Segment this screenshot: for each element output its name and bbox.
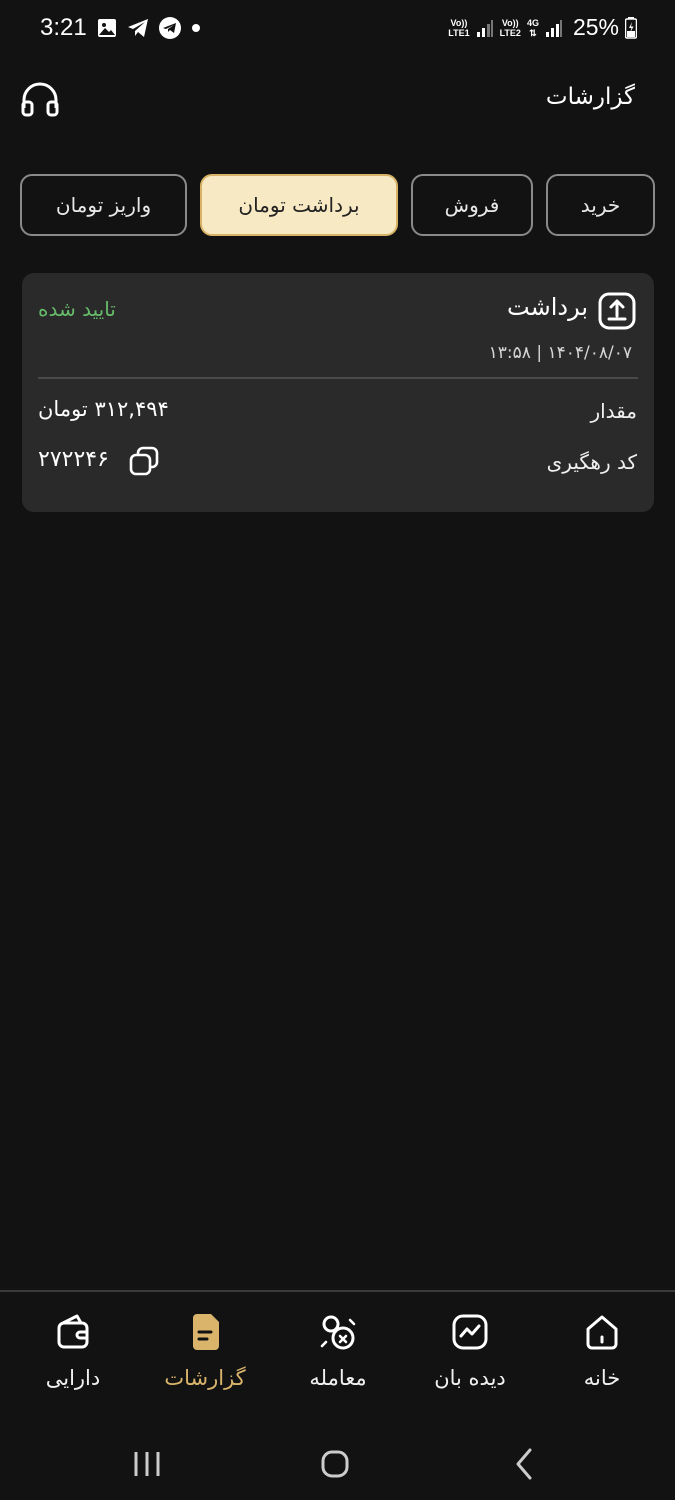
sim2-indicator: Vo)) LTE2 [500, 18, 521, 38]
sim2-lte: LTE2 [499, 27, 521, 38]
tab-buy[interactable]: خرید [546, 174, 655, 236]
home-icon [586, 1315, 618, 1350]
back-button[interactable] [505, 1444, 545, 1484]
sim1-lte: LTE1 [448, 27, 470, 38]
status-bar: 3:21 Vo)) LTE1 Vo)) LTE2 4G ⇅ 25% [0, 0, 675, 58]
nav-reports[interactable]: گزارشات [140, 1312, 270, 1402]
transaction-type: برداشت [507, 293, 588, 321]
telegram-circle-icon [159, 17, 181, 39]
report-icon [193, 1314, 219, 1350]
tab-buy-label: خرید [580, 193, 621, 217]
nav-trade-label: معامله [309, 1366, 367, 1390]
sim1-indicator: Vo)) LTE1 [448, 18, 469, 38]
bottom-nav: خانه دیده بان معامله گزارشات دارایی [0, 1290, 675, 1415]
recent-apps-icon [134, 1452, 160, 1476]
data-type-indicator: 4G ⇅ [527, 18, 539, 38]
home-button[interactable] [315, 1444, 355, 1484]
status-time: 3:21 [40, 14, 87, 41]
nav-reports-label: گزارشات [164, 1366, 246, 1390]
tab-toman-deposit-label: واریز تومان [55, 193, 152, 217]
system-indicators: Vo)) LTE1 Vo)) LTE2 4G ⇅ 25% [448, 14, 637, 41]
tab-toman-withdraw-label: برداشت تومان [238, 193, 360, 217]
tab-toman-deposit[interactable]: واریز تومان [20, 174, 187, 236]
nav-home-label: خانه [583, 1366, 621, 1390]
back-icon [516, 1448, 532, 1480]
sim2-volte: Vo)) [501, 17, 519, 28]
nav-assets-label: دارایی [45, 1366, 101, 1390]
amount-label: مقدار [590, 399, 637, 423]
signal-icon [476, 19, 493, 37]
status-badge: تایید شده [38, 297, 116, 321]
gallery-icon [98, 19, 116, 37]
upload-icon [598, 292, 636, 330]
app-header: گزارشات [0, 70, 675, 130]
page-title: گزارشات [545, 84, 635, 110]
signal-2-icon [545, 19, 562, 37]
transaction-date: ۱۴۰۴/۰۸/۰۷ | ۱۳:۵۸ [488, 343, 632, 363]
transaction-card[interactable]: برداشت تایید شده ۱۴۰۴/۰۸/۰۷ | ۱۳:۵۸ مقدا… [22, 273, 654, 512]
copy-button[interactable] [128, 445, 160, 477]
trade-icon [320, 1315, 356, 1350]
sim1-volte: Vo)) [450, 17, 468, 28]
headphones-icon [21, 82, 59, 117]
copy-icon [129, 446, 159, 476]
notification-dot-icon [192, 24, 200, 32]
nav-trade[interactable]: معامله [273, 1312, 403, 1402]
battery-icon [625, 16, 637, 39]
tab-sell-label: فروش [444, 193, 500, 217]
home-circle-icon [321, 1450, 349, 1478]
support-button[interactable] [20, 80, 60, 120]
tab-toman-withdraw[interactable]: برداشت تومان [200, 174, 398, 236]
amount-value: ۳۱۲,۴۹۴ تومان [38, 397, 169, 421]
watchlist-icon [452, 1314, 488, 1350]
recent-apps-button[interactable] [127, 1444, 167, 1484]
battery-percent: 25% [572, 14, 619, 40]
nav-home[interactable]: خانه [537, 1312, 667, 1402]
tracking-code-value: ۲۷۲۲۴۶ [38, 447, 109, 472]
report-tabs: خرید فروش برداشت تومان واریز تومان [0, 174, 675, 240]
tracking-code-label: کد رهگیری [546, 450, 637, 474]
nav-watchlist-label: دیده بان [434, 1366, 506, 1390]
notification-icons [96, 16, 202, 40]
system-nav-bar [0, 1420, 675, 1500]
data-type-label: 4G [526, 17, 539, 28]
nav-assets[interactable]: دارایی [8, 1312, 138, 1402]
nav-watchlist[interactable]: دیده بان [405, 1312, 535, 1402]
divider [38, 377, 638, 379]
telegram-icon [128, 19, 148, 37]
tab-sell[interactable]: فروش [411, 174, 533, 236]
wallet-icon [57, 1314, 89, 1349]
data-arrows-icon: ⇅ [529, 27, 537, 38]
